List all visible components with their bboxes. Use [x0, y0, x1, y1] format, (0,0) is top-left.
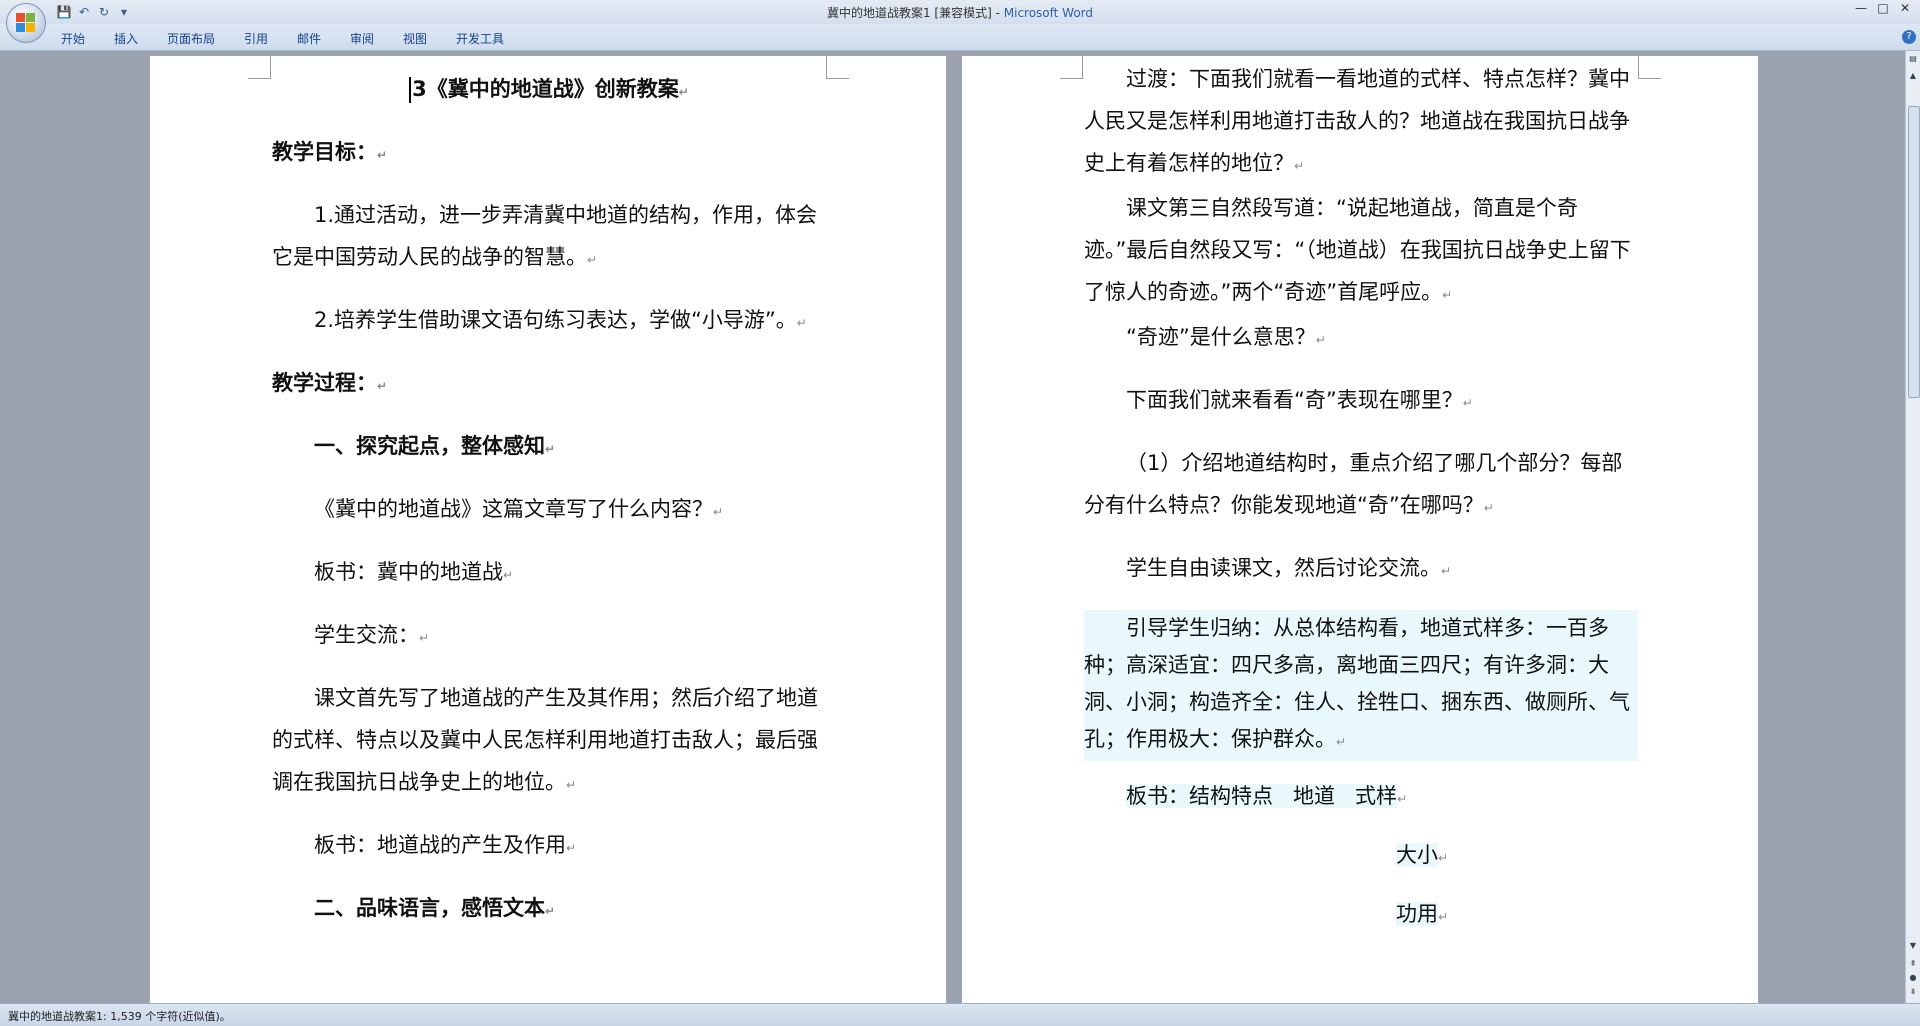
scroll-up-icon[interactable]: ▲ — [1908, 71, 1918, 81]
document-page-left[interactable]: 3《冀中的地道战》创新教案↵ 教学目标：↵ 1.通过活动，进一步弄清冀中地道的结… — [150, 56, 946, 1003]
window-controls: — □ ✕ — [1850, 0, 1916, 18]
ribbon-tabs: 开始 插入 页面布局 引用 邮件 审阅 视图 开发工具 — [0, 24, 1920, 51]
office-button[interactable] — [6, 3, 46, 43]
goal-item: 2.培养学生借助课文语句练习表达，学做“小导游”。↵ — [314, 308, 807, 332]
title-bar: 💾 ↶ ↻ ▾ 冀中的地道战教案1 [兼容模式] - Microsoft Wor… — [0, 0, 1920, 24]
tab-page-layout[interactable]: 页面布局 — [167, 30, 215, 47]
tab-developer[interactable]: 开发工具 — [456, 30, 504, 47]
paragraph: 板书：冀中的地道战↵ — [314, 560, 514, 584]
goals-heading: 教学目标：↵ — [272, 140, 388, 164]
paragraph: 下面我们就来看看“奇”表现在哪里？↵ — [1126, 388, 1473, 412]
minimize-icon[interactable]: — — [1850, 0, 1872, 18]
close-icon[interactable]: ✕ — [1894, 0, 1916, 18]
process-heading: 教学过程：↵ — [272, 371, 388, 395]
browse-object-icon[interactable]: ● — [1908, 973, 1918, 983]
tab-review[interactable]: 审阅 — [350, 30, 374, 47]
paragraph: （1）介绍地道结构时，重点介绍了哪几个部分？每部分有什么特点？你能发现地道“奇”… — [1084, 451, 1623, 517]
help-icon[interactable]: ? — [1902, 30, 1916, 44]
text-cursor — [409, 77, 412, 103]
margin-corner-mark — [1638, 56, 1661, 79]
maximize-icon[interactable]: □ — [1872, 0, 1894, 18]
scrollbar-thumb[interactable] — [1908, 106, 1920, 398]
section-heading: 一、探究起点，整体感知↵ — [314, 434, 556, 458]
paragraph: 学生交流：↵ — [314, 623, 430, 647]
status-bar: 冀中的地道战教案1: 1,539 个字符(近似值)。 — [0, 1003, 1920, 1026]
next-page-icon[interactable]: ⇟ — [1908, 987, 1918, 997]
tab-insert[interactable]: 插入 — [114, 30, 138, 47]
paragraph: “奇迹”是什么意思？↵ — [1126, 325, 1326, 349]
window-title: 冀中的地道战教案1 [兼容模式] - Microsoft Word — [826, 6, 1094, 20]
document-page-right[interactable]: 过渡：下面我们就看一看地道的式样、特点怎样？冀中人民又是怎样利用地道打击敌人的？… — [962, 56, 1758, 1003]
margin-corner-mark — [826, 56, 849, 79]
section-heading: 二、品味语言，感悟文本↵ — [314, 896, 556, 920]
paragraph: 《冀中的地道战》这篇文章写了什么内容？↵ — [314, 497, 724, 521]
status-text: 冀中的地道战教案1: 1,539 个字符(近似值)。 — [8, 1010, 231, 1023]
right-page-body[interactable]: 过渡：下面我们就看一看地道的式样、特点怎样？冀中人民又是怎样利用地道打击敌人的？… — [1084, 58, 1638, 938]
vertical-scrollbar[interactable]: ▤ ▲ ▼ ⇞ ● ⇟ — [1905, 51, 1920, 1003]
office-logo-icon — [16, 13, 36, 33]
board-notes: 板书：结构特点 地道 式样↵ — [1126, 784, 1408, 808]
document-workspace: 3《冀中的地道战》创新教案↵ 教学目标：↵ 1.通过活动，进一步弄清冀中地道的结… — [0, 51, 1906, 1003]
margin-corner-mark — [248, 56, 271, 79]
left-page-body[interactable]: 3《冀中的地道战》创新教案↵ 教学目标：↵ 1.通过活动，进一步弄清冀中地道的结… — [272, 68, 826, 932]
margin-corner-mark — [1060, 56, 1083, 79]
board-notes-item: 功用↵ — [1396, 902, 1449, 926]
paragraph: 板书：地道战的产生及作用↵ — [314, 833, 577, 857]
paragraph: 过渡：下面我们就看一看地道的式样、特点怎样？冀中人民又是怎样利用地道打击敌人的？… — [1084, 67, 1630, 175]
board-notes-item: 大小↵ — [1396, 843, 1449, 867]
goal-item: 1.通过活动，进一步弄清冀中地道的结构，作用，体会它是中国劳动人民的战争的智慧。… — [272, 203, 818, 269]
tab-view[interactable]: 视图 — [403, 30, 427, 47]
paragraph: 课文首先写了地道战的产生及其作用；然后介绍了地道的式样、特点以及冀中人民怎样利用… — [272, 686, 818, 794]
paragraph: 学生自由读课文，然后讨论交流。↵ — [1126, 556, 1452, 580]
tab-references[interactable]: 引用 — [244, 30, 268, 47]
previous-page-icon[interactable]: ⇞ — [1908, 959, 1918, 969]
tab-home[interactable]: 开始 — [61, 30, 85, 47]
highlighted-paragraph: 引导学生归纳：从总体结构看，地道式样多：一百多种；高深适宜：四尺多高，离地面三四… — [1084, 610, 1638, 761]
tab-mailings[interactable]: 邮件 — [297, 30, 321, 47]
document-title: 3《冀中的地道战》创新教案↵ — [272, 68, 826, 113]
ruler-toggle-icon[interactable]: ▤ — [1908, 54, 1918, 64]
scroll-down-icon[interactable]: ▼ — [1908, 941, 1918, 951]
paragraph: 课文第三自然段写道：“说起地道战，简直是个奇迹。”最后自然段又写：“（地道战）在… — [1084, 196, 1631, 304]
